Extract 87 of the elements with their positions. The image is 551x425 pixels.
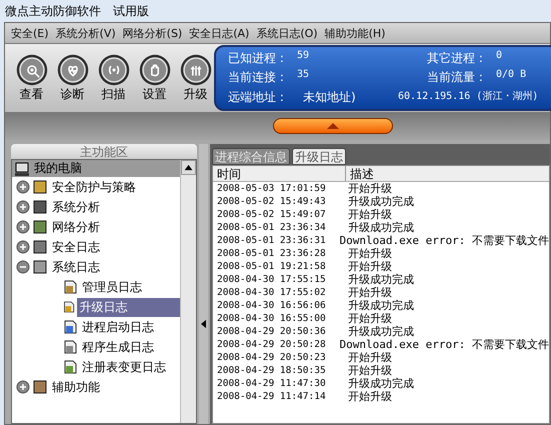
info-value: 59: [297, 50, 310, 64]
collapse-icon[interactable]: [16, 260, 30, 274]
info-value: 未知地址): [302, 88, 357, 106]
tree-item[interactable]: 系统日志: [50, 258, 102, 276]
table-cell-text: 2008-04-30 17:55:15: [216, 274, 327, 285]
expand-icon[interactable]: [16, 380, 30, 394]
table-cell: 开始升级: [348, 285, 392, 300]
scrollbar[interactable]: [180, 160, 196, 423]
info-value: 0: [496, 50, 504, 64]
tree-item[interactable]: 升级日志: [77, 298, 180, 316]
info-label: 远端地址 :: [228, 88, 285, 106]
table-cell-text: 2008-04-30 17:55:02: [216, 287, 327, 298]
window-title: 微点主动防御软件: [5, 2, 101, 20]
table-cell-text: 2008-04-30 16:55:00: [216, 313, 327, 324]
table-cell: Download.exe error: 不需要下载文件: [340, 233, 549, 248]
menu-item[interactable]: 系统分析(V): [56, 26, 116, 40]
menu-item[interactable]: 系统日志(O): [256, 26, 318, 40]
info-value: 35: [297, 69, 310, 82]
tree-item[interactable]: 安全日志: [50, 238, 102, 256]
tab[interactable]: 升级日志: [292, 148, 346, 165]
table-cell: 开始升级: [348, 207, 392, 222]
table-cell: 升级成功完成: [348, 324, 414, 339]
column-header[interactable]: 描述: [346, 166, 549, 181]
table-cell-text: 2008-04-29 11:47:30: [216, 378, 327, 389]
menu-item[interactable]: 安全(E): [11, 26, 49, 40]
scroll-up-icon[interactable]: [181, 160, 196, 175]
table-cell-text: 2008-04-29 20:50:23: [216, 352, 327, 363]
table-cell: 开始升级: [348, 246, 392, 261]
table-cell-text: 2008-05-02 15:49:07: [216, 209, 327, 220]
table-cell-text: 2008-05-02 15:49:43: [216, 196, 327, 207]
toolbar-button[interactable]: 设置: [136, 54, 173, 102]
table-cell: 升级成功完成: [348, 272, 414, 287]
menu-item[interactable]: 网络分析(S): [122, 26, 182, 40]
menu-item[interactable]: 辅助功能(H): [324, 26, 386, 40]
table-cell-text: 2008-04-29 11:47:14: [216, 391, 327, 402]
table-cell-text: 2008-05-03 17:01:59: [216, 183, 327, 194]
tree-root[interactable]: 我的电脑: [12, 160, 180, 177]
menu-item[interactable]: 安全日志(A): [189, 26, 250, 40]
collapse-button[interactable]: [272, 118, 392, 134]
expand-icon[interactable]: [16, 200, 30, 214]
toolbar-button[interactable]: 扫描: [95, 54, 132, 102]
expand-icon[interactable]: [16, 240, 30, 254]
tree-item[interactable]: 管理员日志: [80, 278, 144, 296]
info-label: 已知进程 :: [228, 50, 285, 68]
table-cell-text: 2008-05-01 23:36:28: [216, 248, 327, 259]
column-header[interactable]: 时间: [213, 166, 346, 181]
info-label: 其它进程 :: [427, 50, 484, 68]
tree-item[interactable]: 注册表变更日志: [80, 358, 168, 376]
table-cell: Download.exe error: 不需要下载文件: [340, 337, 549, 352]
table-cell: 开始升级: [348, 259, 392, 274]
tree-item[interactable]: 进程启动日志: [80, 318, 156, 336]
panel-title: 主功能区: [11, 144, 197, 159]
table-cell: 升级成功完成: [348, 194, 414, 209]
toolbar-button[interactable]: 升级: [177, 54, 214, 102]
table-cell-text: 2008-04-29 20:50:36: [216, 326, 327, 337]
expand-icon[interactable]: [16, 220, 30, 234]
table-cell: 升级成功完成: [348, 376, 414, 391]
tree-item[interactable]: 辅助功能: [50, 378, 102, 396]
expand-icon[interactable]: [16, 180, 30, 194]
toolbar-button[interactable]: 诊断: [54, 54, 91, 102]
table-cell: 开始升级: [348, 311, 392, 326]
table-cell: 开始升级: [348, 363, 392, 378]
tree-item[interactable]: 系统分析: [50, 198, 102, 216]
table-cell: 开始升级: [348, 350, 392, 365]
info-label: 当前连接 :: [228, 69, 285, 86]
table-cell: 升级成功完成: [348, 298, 414, 313]
table-cell-text: 2008-04-29 18:50:35: [216, 365, 327, 376]
edition-label: 试用版: [113, 2, 149, 20]
tree-item[interactable]: 程序生成日志: [80, 338, 156, 356]
view-icon: [16, 54, 48, 86]
tree-item[interactable]: 安全防护与策略: [50, 178, 138, 196]
left-arrow-icon: [201, 319, 206, 329]
table-cell-text: 2008-05-01 23:36:34: [216, 222, 327, 233]
up-arrow-icon: [326, 123, 338, 129]
table-cell-text: 2008-05-01 19:21:58: [216, 261, 327, 272]
tree-item[interactable]: 网络分析: [50, 218, 102, 236]
table-cell-text: 2008-05-01 23:36:31: [216, 235, 327, 246]
table-cell-text: 2008-04-30 16:56:06: [216, 300, 327, 311]
info-label: 当前流量 :: [427, 69, 484, 86]
table-cell: 升级成功完成: [348, 220, 414, 235]
info-value: 60.12.195.16 (浙江・湖州): [398, 90, 538, 104]
table-cell: 开始升级: [348, 389, 392, 404]
toolbar-button[interactable]: 查看: [13, 54, 50, 102]
table-cell-text: 2008-04-29 20:50:28: [216, 339, 327, 350]
table-cell: 开始升级: [348, 181, 392, 196]
info-value: 0/0 B: [496, 69, 528, 82]
computer-icon: [14, 160, 30, 176]
